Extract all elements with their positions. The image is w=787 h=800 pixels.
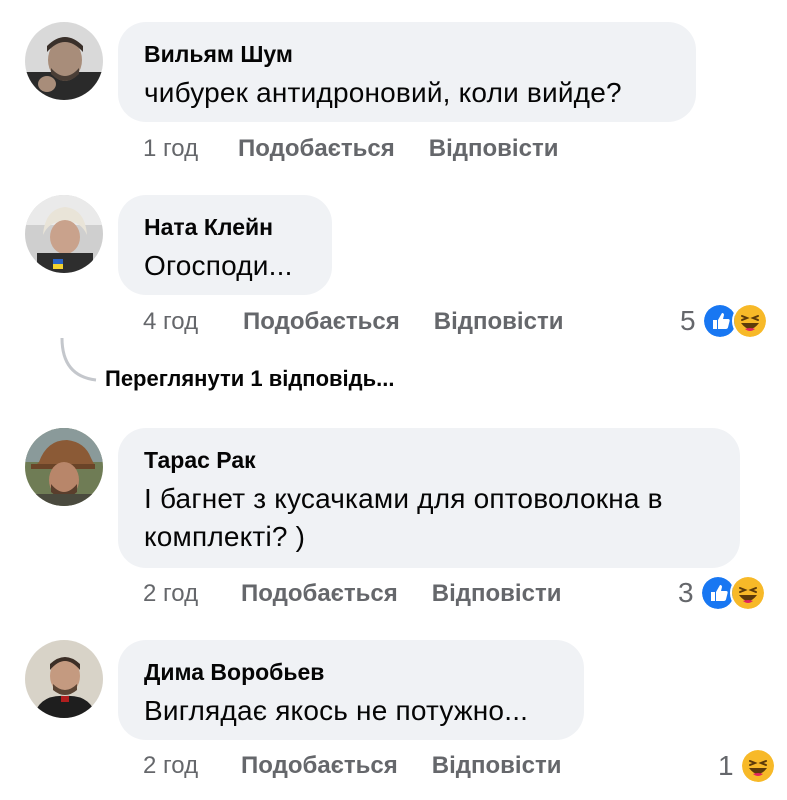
comment-actions: 1 год Подобається Відповісти (143, 133, 558, 165)
like-button[interactable]: Подобається (243, 308, 400, 336)
reaction-summary[interactable]: 3 (678, 575, 766, 611)
comment-actions: 2 год Подобається Відповісти (143, 750, 561, 782)
laugh-icon (729, 575, 766, 611)
reaction-summary[interactable]: 1 (718, 748, 776, 784)
comment-actions: 4 год Подобається Відповісти (143, 306, 563, 338)
reply-thread-line (60, 338, 97, 382)
like-button[interactable]: Подобається (238, 135, 395, 163)
comment-time[interactable]: 4 год (143, 308, 243, 336)
comment-actions: 2 год Подобається Відповісти (143, 578, 561, 610)
reply-button[interactable]: Відповісти (432, 752, 562, 780)
comment-author[interactable]: Ната Клейн (144, 213, 306, 241)
comment-time[interactable]: 2 год (143, 752, 241, 780)
laugh-icon (731, 303, 768, 339)
comment-bubble: Вильям Шум чибурек антидроновий, коли ви… (118, 22, 696, 122)
comment-author[interactable]: Дима Воробьев (144, 658, 558, 686)
comment-time[interactable]: 1 год (143, 135, 238, 163)
view-replies-link[interactable]: Переглянути 1 відповідь... (105, 366, 395, 392)
comment-bubble: Дима Воробьев Виглядає якось не потужно.… (118, 640, 584, 740)
avatar[interactable] (25, 428, 103, 506)
reaction-count: 3 (678, 577, 694, 608)
comment-text: чибурек антидроновий, коли вийде? (144, 77, 622, 108)
reply-button[interactable]: Відповісти (434, 308, 564, 336)
reaction-summary[interactable]: 5 (680, 303, 768, 339)
comment-bubble: Тарас Рак І багнет з кусачками для оптов… (118, 428, 740, 568)
comment-time[interactable]: 2 год (143, 580, 241, 608)
comment-bubble: Ната Клейн Огосподи... (118, 195, 332, 295)
comment-author[interactable]: Тарас Рак (144, 446, 714, 474)
comment-text: Виглядає якось не потужно... (144, 695, 529, 726)
comment-author[interactable]: Вильям Шум (144, 40, 670, 68)
comment-text-line: комплекті? ) (144, 521, 306, 552)
comment-text: Огосподи... (144, 250, 293, 281)
reaction-count: 5 (680, 305, 696, 336)
like-button[interactable]: Подобається (241, 752, 398, 780)
reply-button[interactable]: Відповісти (432, 580, 562, 608)
laugh-icon (739, 748, 776, 784)
avatar[interactable] (25, 640, 103, 718)
reply-button[interactable]: Відповісти (429, 135, 559, 163)
comment-text-line: І багнет з кусачками для оптоволокна в (144, 483, 663, 514)
avatar[interactable] (25, 195, 103, 273)
reaction-count: 1 (718, 750, 734, 781)
avatar[interactable] (25, 22, 103, 100)
like-button[interactable]: Подобається (241, 580, 398, 608)
